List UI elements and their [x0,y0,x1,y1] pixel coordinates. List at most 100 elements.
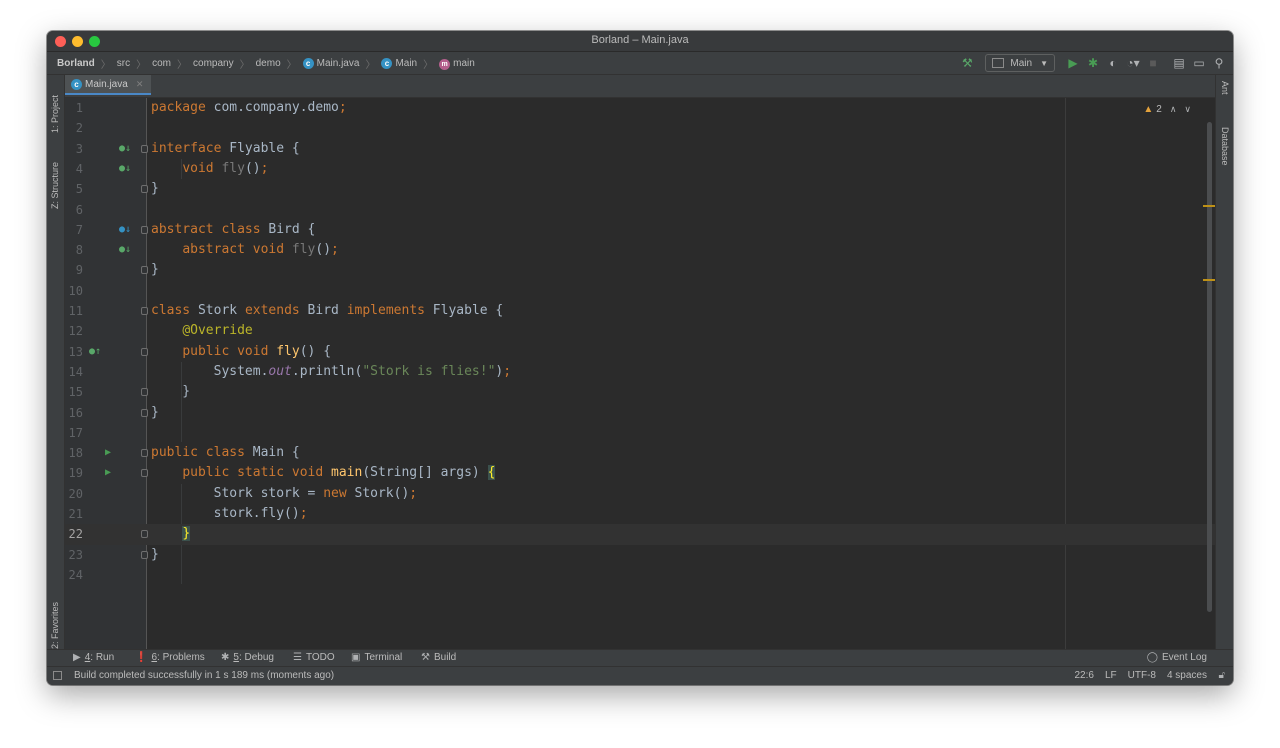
code-line[interactable]: 21 stork.fly(); [65,504,1215,524]
breadcrumb-item[interactable]: m main [439,58,475,70]
presentation-mode-icon[interactable]: ▭ [1189,54,1209,72]
line-number: 6 [75,202,83,217]
run-configuration-select[interactable]: Main ▼ [985,54,1055,72]
build-hammer-icon[interactable]: ⚒ [957,54,977,72]
implemented-gutter-icon[interactable]: ●↓ [119,139,131,159]
toggle-tool-windows-icon[interactable] [53,671,62,680]
fold-marker-icon[interactable] [141,307,148,315]
code-text: @Override [182,323,253,339]
fold-marker-icon[interactable] [141,449,148,458]
code-line[interactable]: 18 ▶ public class Main { [65,443,1215,463]
caret-position[interactable]: 22:6 [1074,670,1093,681]
code-line[interactable]: 5} [65,179,1215,199]
code-line[interactable]: 8 ●↓ abstract void fly(); [65,240,1215,260]
warning-icon: ▲ [1143,104,1154,115]
fold-marker-icon[interactable] [141,550,148,559]
code-line[interactable]: 13 ●↑ public void fly() { [65,342,1215,362]
line-number: 17 [68,425,83,440]
fold-marker-icon[interactable] [141,185,148,194]
event-log-icon: ◯ [1146,652,1158,663]
line-separator[interactable]: LF [1105,670,1117,681]
subclassed-gutter-icon[interactable]: ●↓ [119,220,131,240]
breadcrumb-item[interactable]: c Main.java [302,58,359,69]
implemented-gutter-icon[interactable]: ●↓ [119,159,131,179]
run-icon[interactable]: ▶ [1063,54,1083,72]
tab-main-java[interactable]: c Main.java ✕ [65,75,151,95]
code-line[interactable]: 22 } [65,524,1215,545]
breadcrumb-item[interactable]: com [152,58,171,69]
code-line[interactable]: 15 } [65,382,1215,402]
fold-marker-icon[interactable] [141,266,148,275]
stop-icon[interactable]: ■ [1143,54,1163,72]
search-icon[interactable]: ⚲ [1209,54,1229,72]
code-editor[interactable]: 1 package com.company.demo; 2 3 ●↓ interface … [65,98,1215,650]
code-line[interactable]: 11 class Stork extends Bird implements Fl… [65,301,1215,321]
code-line[interactable]: 6 [65,200,1215,220]
event-log-button[interactable]: ◯ Event Log [1147,652,1207,663]
tool-tab-terminal[interactable]: ▣ Terminal [351,652,402,663]
line-number: 11 [68,304,83,318]
warning-stripe[interactable] [1203,205,1215,207]
code-line[interactable]: 20 Stork stork = new Stork(); [65,484,1215,504]
code-line[interactable]: 3 ●↓ interface Flyable { [65,139,1215,159]
code-line[interactable]: 14 System.out.println("Stork is flies!")… [65,362,1215,382]
code-line[interactable]: 4 ●↓ void fly(); [65,159,1215,179]
project-structure-icon[interactable]: ▤ [1169,54,1189,72]
file-encoding[interactable]: UTF-8 [1128,670,1156,681]
previous-highlight-icon[interactable]: ∧ [1170,104,1177,115]
inspection-widget[interactable]: ▲ 2 ∧ ∨ [1143,104,1191,115]
code-line[interactable]: 16} [65,403,1215,423]
code-line[interactable]: 23} [65,545,1215,565]
breadcrumb-item[interactable]: demo [256,58,281,69]
coverage-icon[interactable]: ◐ [1103,54,1123,72]
implemented-gutter-icon[interactable]: ●↓ [119,240,131,260]
tool-tab-build[interactable]: ⚒ Build [421,652,456,663]
status-message[interactable]: Build completed successfully in 1 s 189 … [74,670,334,681]
run-gutter-icon[interactable]: ▶ [105,463,111,483]
indent-settings[interactable]: 4 spaces [1167,670,1207,681]
tool-tab-problems[interactable]: ❗ 6: Problems [135,652,205,663]
next-highlight-icon[interactable]: ∨ [1184,104,1191,115]
code-line[interactable]: 9} [65,260,1215,280]
code-text: } [151,404,159,420]
fold-marker-icon[interactable] [141,225,148,234]
ant-tool-tab[interactable]: Ant [1220,81,1230,95]
line-number: 24 [68,567,83,582]
close-icon[interactable]: ✕ [136,79,144,90]
tool-tab-todo[interactable]: ☰ TODO [293,652,335,663]
fold-marker-icon[interactable] [141,144,148,153]
line-number: 16 [68,405,83,420]
breadcrumb-item[interactable]: src [117,58,130,69]
line-number: 10 [68,283,83,298]
fold-marker-icon[interactable] [141,347,148,356]
lock-icon[interactable]: 🔓︎ [1219,670,1225,681]
tool-tab-debug[interactable]: ✱ 5: Debug [221,652,274,663]
warning-stripe[interactable] [1203,279,1215,281]
code-line[interactable]: 17 [65,423,1215,443]
code-line[interactable]: 10 [65,281,1215,301]
overrides-gutter-icon[interactable]: ●↑ [89,342,101,362]
fold-marker-icon[interactable] [141,388,148,397]
navigation-bar: Borland 〉 src 〉 com 〉 company 〉 demo 〉 c Main.java 〉… [47,52,1233,75]
code-line[interactable]: 24 [65,565,1215,585]
breadcrumb-item[interactable]: company [193,58,234,69]
code-line[interactable]: 12 @Override [65,321,1215,341]
debug-icon[interactable]: ✱ [1083,54,1103,72]
profile-icon[interactable]: ◔▾ [1123,54,1143,72]
code-line[interactable]: 1 package com.company.demo; [65,98,1215,118]
run-gutter-icon[interactable]: ▶ [105,443,111,463]
fold-marker-icon[interactable] [141,408,148,417]
breadcrumb-item[interactable]: c Main [381,58,417,69]
structure-tool-tab[interactable]: Z: Structure [50,162,60,209]
code-line[interactable]: 7 ●↓ abstract class Bird { [65,220,1215,240]
tool-tab-run[interactable]: ▶ 4: Run [73,652,114,663]
favorites-tool-tab[interactable]: 2: Favorites [50,602,60,649]
fold-marker-icon[interactable] [141,530,148,539]
vertical-scrollbar[interactable] [1207,122,1212,612]
code-line[interactable]: 2 [65,118,1215,138]
code-line[interactable]: 19 ▶ public static void main(String[] arg… [65,463,1215,483]
project-tool-tab[interactable]: 1: Project [50,95,60,133]
fold-marker-icon[interactable] [141,469,148,478]
breadcrumb-item[interactable]: Borland [57,58,95,69]
database-tool-tab[interactable]: Database [1220,127,1230,166]
